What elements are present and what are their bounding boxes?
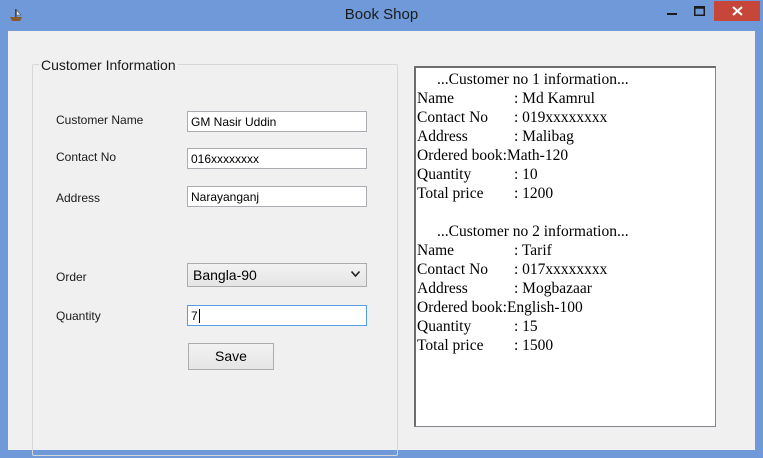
record-row: Quantity : 10 [417, 165, 715, 184]
contact-label: Contact No [56, 150, 117, 164]
app-window: Book Shop Customer Information Customer … [0, 0, 763, 458]
record-header: ...Customer no 1 information... [437, 71, 629, 88]
record-key: Quantity [417, 166, 472, 183]
title-bar[interactable]: Book Shop [0, 0, 763, 31]
record-value: : 10 [514, 166, 538, 183]
record-value: : Malibag [514, 128, 574, 145]
customer-info-display[interactable]: ...Customer no 1 information... Name : Md… [414, 66, 716, 427]
record-row: Contact No : 017xxxxxxxx [417, 260, 715, 279]
contact-field[interactable]: 016xxxxxxxx [187, 148, 367, 169]
record-key: Address [417, 128, 468, 145]
quantity-label: Quantity [56, 309, 101, 323]
record-key: Ordered book: [417, 299, 507, 316]
record-key: Address [417, 280, 468, 297]
minimize-icon [667, 13, 677, 15]
save-button[interactable]: Save [188, 343, 274, 370]
customer-name-label: Customer Name [56, 113, 144, 127]
order-dropdown[interactable]: Bangla-90 [187, 263, 367, 287]
record-key: Contact No [417, 109, 489, 126]
record-row: Ordered book: English-100 [417, 298, 715, 317]
record-row: Total price : 1500 [417, 336, 715, 355]
record-value: : Mogbazaar [514, 280, 592, 297]
customer-record: ...Customer no 2 information... Name : Ta… [417, 222, 715, 355]
record-value: : 019xxxxxxxx [514, 109, 608, 126]
record-value: Math-120 [506, 147, 569, 164]
record-key: Total price [417, 337, 484, 354]
record-row: Address : Malibag [417, 127, 715, 146]
record-value: : 1500 [514, 337, 554, 354]
record-row: Address : Mogbazaar [417, 279, 715, 298]
record-value: : 1200 [514, 185, 554, 202]
group-title: Customer Information [39, 57, 178, 73]
record-row: Ordered book: Math-120 [417, 146, 715, 165]
customer-record: ...Customer no 1 information... Name : Md… [417, 70, 715, 203]
text-caret [198, 309, 200, 323]
record-value: : 15 [514, 318, 538, 335]
chevron-down-icon[interactable] [351, 271, 360, 277]
record-row: Name : Tarif [417, 241, 715, 260]
record-value: : Md Kamrul [514, 90, 595, 107]
record-row: Quantity : 15 [417, 317, 715, 336]
window-title: Book Shop [344, 6, 419, 23]
quantity-value: 7 [191, 309, 198, 323]
order-selected-value: Bangla-90 [193, 267, 257, 283]
maximize-icon [693, 6, 705, 16]
maximize-button[interactable] [686, 1, 712, 21]
record-key: Ordered book: [417, 147, 507, 164]
close-button[interactable] [714, 1, 760, 21]
order-label: Order [56, 270, 87, 284]
record-value: : 017xxxxxxxx [514, 261, 608, 278]
address-label: Address [56, 191, 101, 205]
record-row: Name : Md Kamrul [417, 89, 715, 108]
record-key: Name [417, 90, 455, 107]
customer-name-field[interactable]: GM Nasir Uddin [187, 111, 367, 132]
record-header: ...Customer no 2 information... [437, 223, 629, 240]
record-row: Total price : 1200 [417, 184, 715, 203]
close-icon [731, 6, 743, 16]
record-key: Contact No [417, 261, 489, 278]
record-key: Total price [417, 185, 484, 202]
record-row: Contact No : 019xxxxxxxx [417, 108, 715, 127]
minimize-button[interactable] [659, 1, 685, 21]
address-field[interactable]: Narayanganj [187, 186, 367, 207]
record-key: Name [417, 242, 455, 259]
record-value: : Tarif [514, 242, 552, 259]
quantity-field[interactable]: 7 [187, 305, 367, 326]
record-value: English-100 [506, 299, 583, 316]
record-key: Quantity [417, 318, 472, 335]
